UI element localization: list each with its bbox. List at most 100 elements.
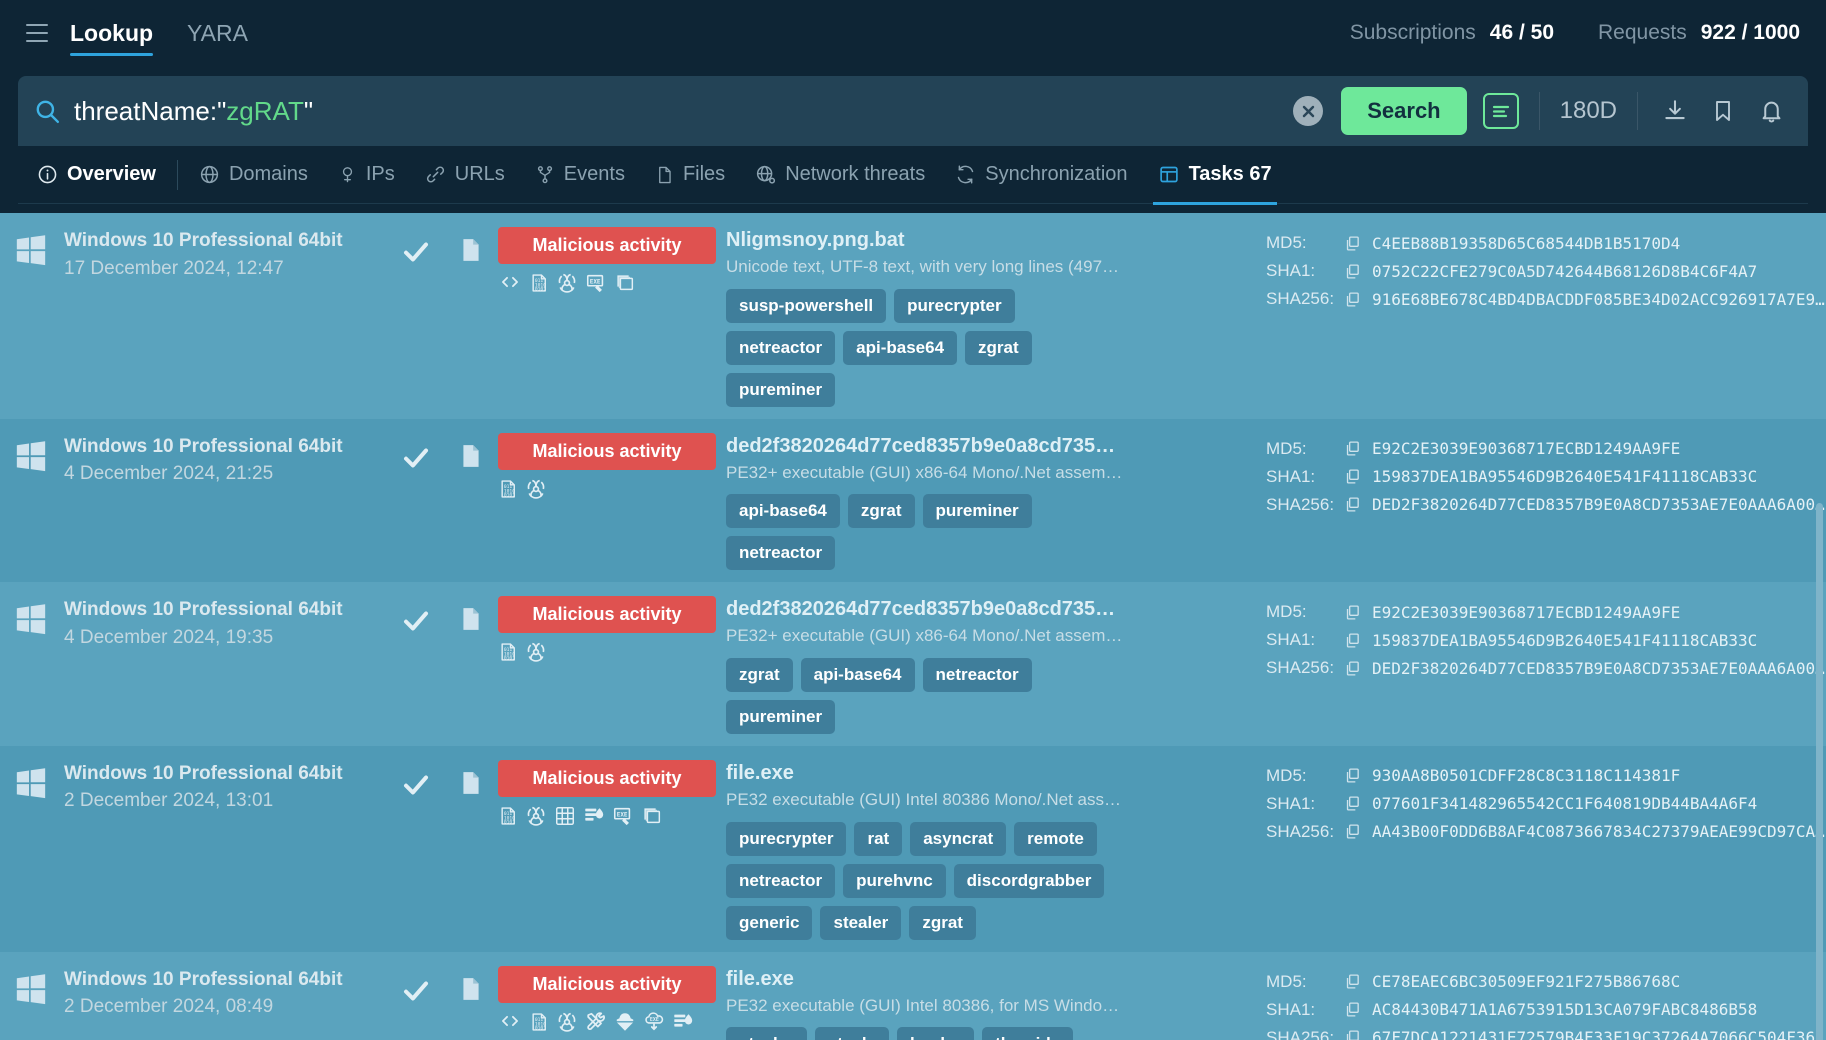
table-row[interactable]: Windows 10 Professional 64bit 2 December… <box>0 952 1826 1040</box>
copy-sha1-button[interactable] <box>1344 468 1372 485</box>
copy-icon[interactable] <box>1344 263 1361 280</box>
copy-icon[interactable] <box>1344 1001 1361 1018</box>
tag-pill[interactable]: api-base64 <box>726 494 840 528</box>
copy-md5-button[interactable] <box>1344 767 1372 784</box>
report-document-icon[interactable] <box>444 227 498 265</box>
tag-pill[interactable]: loader <box>897 1027 974 1040</box>
report-document-icon[interactable] <box>444 433 498 471</box>
file-name[interactable]: file.exe <box>726 966 1126 992</box>
tag-pill[interactable]: rat <box>854 822 902 856</box>
tag-pill[interactable]: zgrat <box>909 906 976 940</box>
tag-pill[interactable]: zgrat <box>965 331 1032 365</box>
tag-pill[interactable]: asyncrat <box>910 822 1006 856</box>
search-input[interactable]: threatName:"zgRAT" <box>74 96 1293 127</box>
tag-pill[interactable]: susp-powershell <box>726 289 886 323</box>
copy-md5-button[interactable] <box>1344 235 1372 252</box>
copy-sha1-button[interactable] <box>1344 795 1372 812</box>
tab-domains[interactable]: Domains <box>184 146 323 204</box>
tag-pill[interactable]: pureminer <box>726 700 835 734</box>
hamburger-icon[interactable] <box>26 24 48 42</box>
copy-sha1-button[interactable] <box>1344 1001 1372 1018</box>
copy-icon[interactable] <box>1344 795 1361 812</box>
tab-overview[interactable]: Overview <box>22 146 171 204</box>
file-name[interactable]: ded2f3820264d77ced8357b9e0a8cd7353ae7e0a… <box>726 596 1126 622</box>
period-selector[interactable]: 180D <box>1560 97 1617 125</box>
tag-pill[interactable]: pureminer <box>923 494 1032 528</box>
copy-md5-button[interactable] <box>1344 973 1372 990</box>
copy-icon[interactable] <box>1344 973 1361 990</box>
refresh-icon <box>955 164 976 185</box>
report-document-icon[interactable] <box>444 966 498 1004</box>
vertical-scrollbar[interactable] <box>1816 503 1823 1040</box>
tag-pill[interactable]: purehvnc <box>843 864 946 898</box>
tab-events[interactable]: Events <box>520 146 640 204</box>
copy-icon[interactable] <box>1344 632 1361 649</box>
copy-icon[interactable] <box>1344 660 1361 677</box>
tag-pill[interactable]: api-base64 <box>843 331 957 365</box>
tag-pill[interactable]: zgrat <box>726 658 793 692</box>
copy-icon[interactable] <box>1344 440 1361 457</box>
tag-pill[interactable]: netreactor <box>923 658 1032 692</box>
tag-pill[interactable]: purecrypter <box>894 289 1014 323</box>
copy-md5-button[interactable] <box>1344 440 1372 457</box>
copy-sha256-button[interactable] <box>1344 291 1372 308</box>
search-button[interactable]: Search <box>1341 87 1466 135</box>
tag-pill[interactable]: remote <box>1014 822 1097 856</box>
table-row[interactable]: Windows 10 Professional 64bit 17 Decembe… <box>0 213 1826 419</box>
table-row[interactable]: Windows 10 Professional 64bit 4 December… <box>0 419 1826 583</box>
md5-row: MD5: E92C2E3039E90368717ECBD1249AA9FE <box>1266 435 1826 463</box>
task-list-container[interactable]: Windows 10 Professional 64bit 17 Decembe… <box>0 213 1826 1040</box>
tab-urls[interactable]: URLs <box>410 146 520 204</box>
report-document-icon[interactable] <box>444 596 498 634</box>
sha1-value: 0752C22CFE279C0A5D742644B68126D8B4C6F4A7 <box>1372 262 1757 281</box>
tag-pill[interactable]: generic <box>726 906 812 940</box>
tag-pill[interactable]: netreactor <box>726 864 835 898</box>
copy-sha256-button[interactable] <box>1344 823 1372 840</box>
copy-icon[interactable] <box>1344 496 1361 513</box>
tag-pill[interactable]: discordgrabber <box>954 864 1105 898</box>
file-name[interactable]: file.exe <box>726 760 1126 786</box>
copy-icon[interactable] <box>1344 767 1361 784</box>
copy-sha1-button[interactable] <box>1344 632 1372 649</box>
table-row[interactable]: Windows 10 Professional 64bit 4 December… <box>0 582 1826 746</box>
copy-sha256-button[interactable] <box>1344 660 1372 677</box>
table-row[interactable]: Windows 10 Professional 64bit 2 December… <box>0 746 1826 952</box>
copy-icon[interactable] <box>1344 235 1361 252</box>
tab-ips[interactable]: IPs <box>323 146 410 204</box>
copy-icon[interactable] <box>1344 468 1361 485</box>
tag-pill[interactable]: pureminer <box>726 373 835 407</box>
copy-icon[interactable] <box>1344 823 1361 840</box>
tag-pill[interactable]: purecrypter <box>726 822 846 856</box>
tag-pill[interactable]: stealer <box>820 906 901 940</box>
close-circle-icon[interactable] <box>1293 96 1323 126</box>
copy-sha256-button[interactable] <box>1344 496 1372 513</box>
tag-pill[interactable]: netreactor <box>726 331 835 365</box>
download-icon[interactable] <box>1658 94 1692 128</box>
filter-list-icon[interactable] <box>1483 93 1519 129</box>
tag-pill[interactable]: netreactor <box>726 536 835 570</box>
copy-sha1-button[interactable] <box>1344 263 1372 280</box>
copy-sha256-button[interactable] <box>1344 1029 1372 1040</box>
requests-value: 922 / 1000 <box>1701 21 1800 45</box>
tab-synchronization[interactable]: Synchronization <box>940 146 1142 204</box>
bell-icon[interactable] <box>1754 94 1788 128</box>
tab-tasks[interactable]: Tasks 67 <box>1143 146 1287 204</box>
copy-icon[interactable] <box>1344 604 1361 621</box>
copy-icon[interactable] <box>1344 1029 1361 1040</box>
tag-pill[interactable]: stealc <box>815 1027 889 1040</box>
copy-icon[interactable] <box>1344 291 1361 308</box>
tag-pill[interactable]: api-base64 <box>801 658 915 692</box>
bookmark-icon[interactable] <box>1706 94 1740 128</box>
copy-md5-button[interactable] <box>1344 604 1372 621</box>
nav-tab-lookup[interactable]: Lookup <box>70 0 153 66</box>
tag-pill[interactable]: stealer <box>726 1027 807 1040</box>
tab-network-threats[interactable]: Network threats <box>740 146 940 204</box>
tag-list: purecrypterratasyncratremote netreactorpu… <box>726 822 1126 940</box>
tag-pill[interactable]: zgrat <box>848 494 915 528</box>
file-name[interactable]: ded2f3820264d77ced8357b9e0a8cd7353ae7e0a… <box>726 433 1126 459</box>
tag-pill[interactable]: themida <box>982 1027 1073 1040</box>
tab-files[interactable]: Files <box>640 146 740 204</box>
report-document-icon[interactable] <box>444 760 498 798</box>
nav-tab-yara[interactable]: YARA <box>187 0 248 66</box>
file-name[interactable]: Nligmsnoy.png.bat <box>726 227 1126 253</box>
